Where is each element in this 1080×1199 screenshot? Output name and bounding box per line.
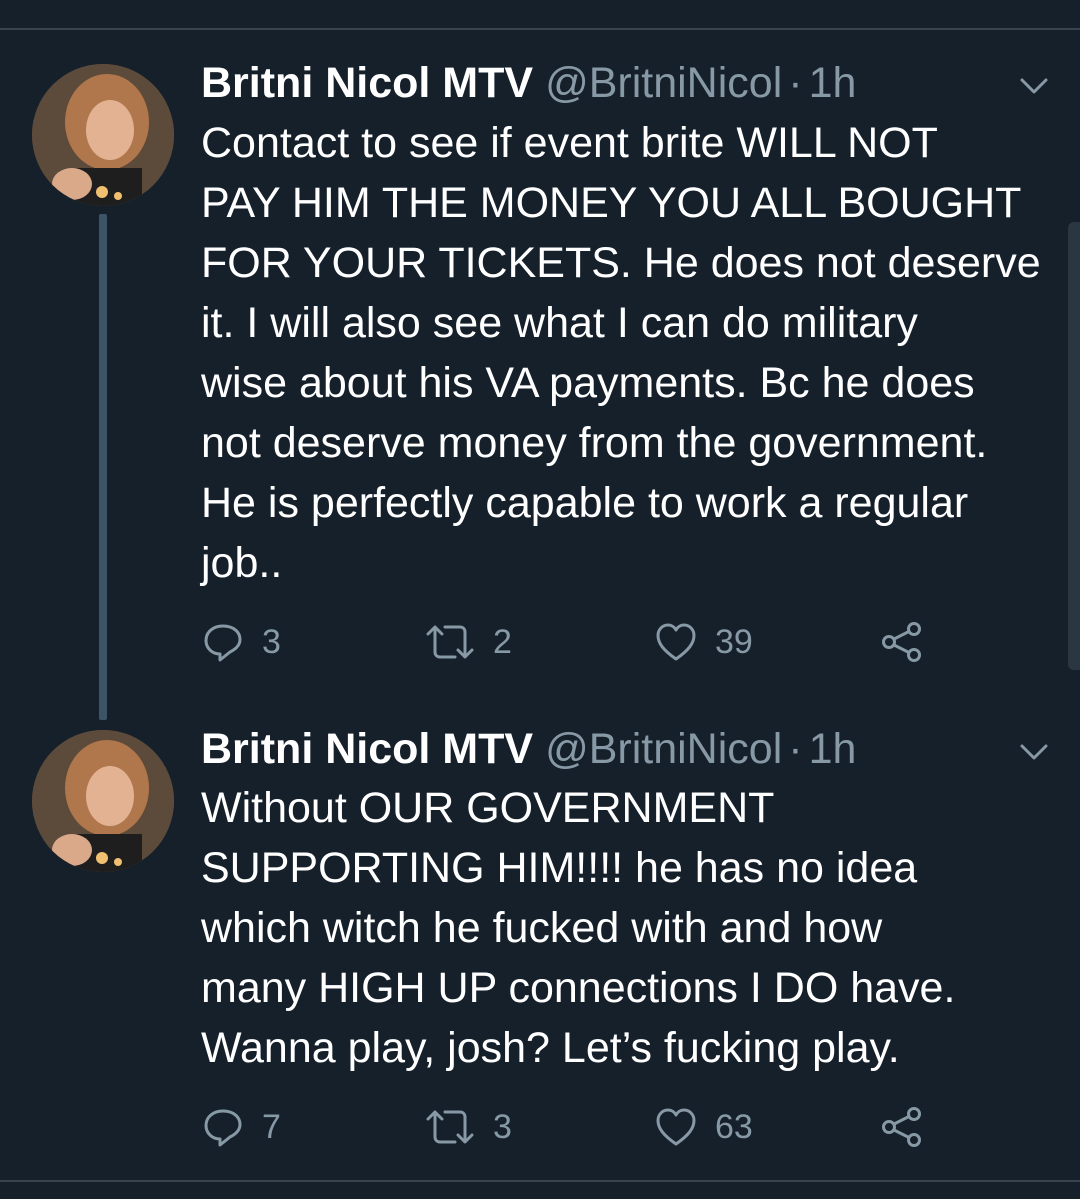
tweet-header: Britni Nicol MTV @BritniNicol · 1h: [201, 724, 856, 774]
reply-button[interactable]: 7: [202, 1102, 281, 1152]
tweet-text-line: He is perfectly capable to work a regula…: [201, 479, 969, 527]
avatar-photo: [32, 64, 174, 206]
heart-icon: [656, 1108, 696, 1146]
retweet-count: 2: [493, 622, 512, 661]
like-button[interactable]: 63: [655, 1102, 753, 1152]
like-count: 63: [715, 1107, 753, 1146]
retweet-button[interactable]: 3: [425, 1102, 512, 1152]
share-button[interactable]: [880, 617, 924, 667]
share-icon: [882, 622, 921, 662]
tweet-header: Britni Nicol MTV @BritniNicol · 1h: [201, 58, 856, 108]
tweet-text: Contact to see if event brite WILL NOT P…: [201, 113, 1051, 593]
tweet-text: Without OUR GOVERNMENT SUPPORTING HIM!!!…: [201, 778, 1051, 1078]
tweet-text-line: PAY HIM THE MONEY YOU ALL BOUGHT: [201, 179, 1022, 227]
retweet-button[interactable]: 2: [425, 617, 512, 667]
timestamp[interactable]: 1h: [809, 58, 857, 108]
tweet-text-line: Wanna play, josh? Let’s fucking play.: [201, 1024, 900, 1072]
tweet-text-line: SUPPORTING HIM!!!! he has no idea: [201, 844, 918, 892]
reply-button[interactable]: 3: [202, 617, 281, 667]
reply-count: 7: [262, 1107, 281, 1146]
tweet-text-line: job..: [201, 539, 283, 587]
tweet-text-line: which witch he fucked with and how: [201, 904, 883, 952]
author-name[interactable]: Britni Nicol MTV: [201, 58, 533, 108]
avatar-photo: [32, 730, 174, 872]
separator-dot: ·: [788, 59, 803, 107]
share-icon: [882, 1107, 921, 1147]
tweet-text-line: many HIGH UP connections I DO have.: [201, 964, 956, 1012]
tweet-text-line: FOR YOUR TICKETS. He does not deserve: [201, 239, 1041, 287]
avatar[interactable]: [32, 64, 174, 206]
author-handle[interactable]: @BritniNicol: [545, 724, 782, 774]
tweet-text-line: it. I will also see what I can do milita…: [201, 299, 918, 347]
tweet-text-line: not deserve money from the government.: [201, 419, 988, 467]
tweet-text-line: wise about his VA payments. Bc he does: [201, 359, 975, 407]
scrollbar[interactable]: [1068, 222, 1080, 670]
top-divider: [0, 28, 1080, 30]
retweet-icon: [426, 625, 474, 659]
separator-dot: ·: [788, 725, 803, 773]
reply-icon: [204, 624, 242, 662]
like-button[interactable]: 39: [655, 617, 753, 667]
chevron-down-icon[interactable]: [1016, 74, 1052, 100]
chevron-down-icon[interactable]: [1016, 740, 1052, 766]
tweet-text-line: Contact to see if event brite WILL NOT: [201, 119, 938, 167]
author-handle[interactable]: @BritniNicol: [545, 58, 782, 108]
retweet-count: 3: [493, 1107, 512, 1146]
tweet-text-line: Without OUR GOVERNMENT: [201, 784, 775, 832]
avatar[interactable]: [32, 730, 174, 872]
retweet-icon: [426, 1110, 474, 1144]
share-button[interactable]: [880, 1102, 924, 1152]
tweet-actions: 3 2 39: [0, 617, 1080, 667]
reply-icon: [204, 1109, 242, 1147]
author-name[interactable]: Britni Nicol MTV: [201, 724, 533, 774]
like-count: 39: [715, 622, 753, 661]
heart-icon: [656, 623, 696, 661]
timestamp[interactable]: 1h: [809, 724, 857, 774]
bottom-divider: [0, 1180, 1080, 1182]
tweet-actions: 7 3 63: [0, 1102, 1080, 1152]
reply-count: 3: [262, 622, 281, 661]
